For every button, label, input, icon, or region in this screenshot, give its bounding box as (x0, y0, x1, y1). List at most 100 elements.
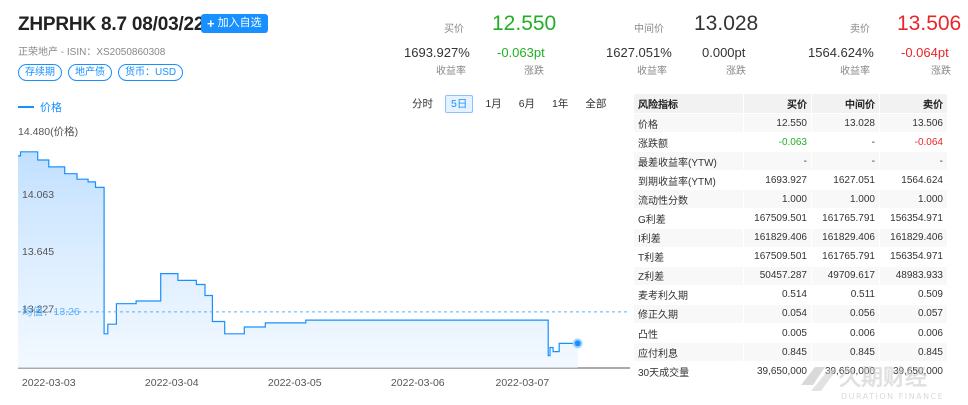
x-tick-label: 2022-03-07 (495, 377, 549, 389)
mid-change-label: 涨跌 (726, 66, 746, 77)
indicator-name: G利差 (633, 208, 744, 229)
bid-value: - (743, 151, 812, 172)
legend-line-icon (18, 106, 34, 108)
mid-value: 161829.406 (811, 227, 880, 248)
bid-value: 0.054 (743, 303, 812, 325)
bid-value: 0.514 (743, 284, 812, 305)
table-row: 涨跌额 -0.063- -0.064 (633, 132, 948, 153)
add-to-watchlist-label: 加入自选 (217, 17, 262, 29)
x-tick-label: 2022-03-03 (22, 377, 76, 389)
bid-value: 1693.927 (743, 170, 812, 191)
indicator-name: 到期收益率(YTM) (633, 170, 744, 191)
bid-value: 1.000 (743, 189, 812, 210)
mid-value: 49709.617 (811, 265, 880, 286)
risk-indicator-table-panel: 风险指标 买价 中间价 卖价 价格 12.550 13.028 13.506 涨跌额 -0… (633, 93, 948, 382)
ask-value: 0.509 (879, 284, 948, 305)
header-ask[interactable]: 卖价 (879, 93, 948, 114)
bid-change-label: 涨跌 (524, 66, 544, 77)
ask-change: -0.064pt (901, 45, 949, 60)
bid-value: 12.550 (743, 112, 812, 134)
mid-value: 161765.791 (811, 246, 880, 267)
ask-value: 1564.624 (879, 170, 948, 191)
y-axis-title: 14.480(价格) (18, 125, 78, 138)
indicator-name: T利差 (633, 246, 744, 267)
indicator-name: 麦考利久期 (633, 284, 744, 305)
bid-value: 167509.501 (743, 246, 812, 267)
indicator-name: 涨跌额 (633, 132, 744, 153)
bid-yield: 1693.927% (404, 45, 470, 60)
range-tab-4[interactable]: 1年 (547, 95, 573, 113)
ask-value: 0.057 (879, 303, 948, 325)
mid-price: 13.028 (694, 12, 759, 35)
ask-value: - (879, 151, 948, 172)
y-tick-label: 13.645 (22, 246, 54, 258)
bond-tags: 存续期 地产债 货币：USD (18, 64, 184, 81)
ask-value: 156354.971 (879, 246, 948, 267)
risk-indicator-table: 风险指标 买价 中间价 卖价 价格 12.550 13.028 13.506 涨跌额 -0… (633, 93, 948, 382)
header-mid[interactable]: 中间价 (811, 93, 880, 114)
plus-icon: + (207, 16, 215, 31)
mid-yield-label: 收益率 (637, 66, 667, 77)
table-body: 价格 12.550 13.028 13.506 涨跌额 -0.063- -0.064 最差收益… (633, 112, 948, 382)
table-row: 到期收益率(YTM) 1693.927 1627.051 1564.624 (633, 170, 948, 191)
legend-label: 价格 (40, 102, 62, 114)
mid-value: 1.000 (811, 189, 880, 210)
range-tab-3[interactable]: 6月 (514, 95, 540, 113)
mid-yield: 1627.051% (606, 45, 672, 60)
add-to-watchlist-button[interactable]: + 加入自选 (201, 14, 268, 33)
ask-yield: 1564.624% (808, 45, 874, 60)
table-row: 价格 12.550 13.028 13.506 (633, 112, 948, 134)
indicator-name: 凸性 (633, 323, 744, 344)
bid-change: -0.063pt (497, 45, 545, 60)
mid-value: - (811, 151, 880, 172)
ask-value: 0.006 (879, 323, 948, 344)
table-row: 30天成交量 39,650,000 39,650,000 39,650,000 (633, 361, 948, 382)
bid-value: 167509.501 (743, 208, 812, 229)
chart-legend[interactable]: 价格 (18, 99, 62, 115)
issuer-isin: 正荣地产 - ISIN：XS2050860308 (18, 47, 166, 58)
x-tick-label: 2022-03-04 (145, 377, 199, 389)
mid-value: 0.056 (811, 303, 880, 325)
header-bid[interactable]: 买价 (743, 93, 812, 114)
range-tab-5[interactable]: 全部 (580, 95, 611, 113)
bond-header: ZHPRHK 8.7 08/03/22 + 加入自选 正荣地产 - ISIN：X… (0, 0, 968, 90)
x-tick-label: 2022-03-06 (391, 377, 445, 389)
tag-currency[interactable]: 货币：USD (118, 64, 184, 81)
table-row: 最差收益率(YTW) - - - (633, 151, 948, 172)
mid-value: - (811, 132, 880, 153)
indicator-name: 修正久期 (633, 303, 744, 325)
ask-value: 13.506 (879, 112, 948, 134)
price-chart[interactable]: 14.480(价格)14.06313.64513.227均值：13.262022… (0, 92, 630, 405)
table-row: 麦考利久期 0.514 0.511 0.509 (633, 284, 948, 305)
ask-label: 卖价 (850, 24, 870, 35)
bond-title: ZHPRHK 8.7 08/03/22 (18, 14, 205, 35)
average-label: 均值：13.26 (22, 305, 80, 318)
y-tick-label: 14.063 (22, 189, 54, 201)
bid-value: 0.845 (743, 342, 812, 363)
range-tab-2[interactable]: 1月 (480, 95, 506, 113)
mid-label: 中间价 (634, 24, 664, 35)
bid-value: 0.005 (743, 323, 812, 344)
indicator-name: 30天成交量 (633, 361, 744, 382)
price-chart-panel: 14.480(价格) 14.063 13.645 13.227 均值：13.26 2022… (0, 92, 630, 405)
last-price-marker (572, 338, 583, 349)
bid-price: 12.550 (492, 12, 557, 35)
tag-sector[interactable]: 地产债 (68, 64, 112, 81)
indicator-name: Z利差 (633, 265, 744, 286)
ask-value: 0.845 (879, 342, 948, 363)
indicator-name: 最差收益率(YTW) (633, 151, 744, 172)
ask-value: 39,650,000 (879, 361, 948, 382)
range-tab-0[interactable]: 分时 (407, 95, 438, 113)
range-tabs: 分时 5日 1月 6月 1年 全部 (400, 95, 611, 113)
bid-yield-label: 收益率 (436, 66, 466, 77)
mid-value: 161765.791 (811, 208, 880, 229)
table-row: T利差 167509.501 161765.791 156354.971 (633, 246, 948, 267)
table-row: I利差 161829.406 161829.406 161829.406 (633, 227, 948, 248)
header-indicator: 风险指标 (633, 93, 744, 114)
table-row: 修正久期 0.054 0.056 0.057 (633, 303, 948, 325)
mid-value: 0.006 (811, 323, 880, 344)
mid-value: 1627.051 (811, 170, 880, 191)
range-tab-1[interactable]: 5日 (445, 95, 474, 113)
table-row: 流动性分数 1.000 1.000 1.000 (633, 189, 948, 210)
tag-status[interactable]: 存续期 (18, 64, 62, 81)
